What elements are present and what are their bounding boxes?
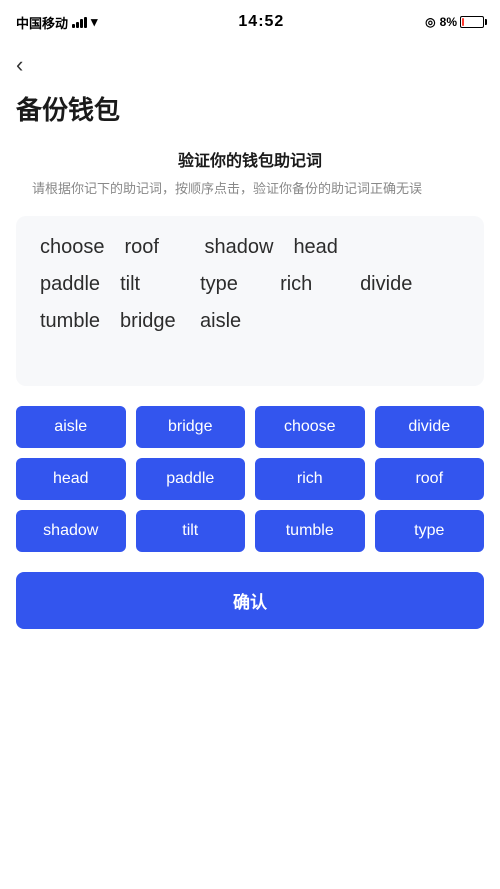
- back-button[interactable]: ‹: [0, 44, 39, 82]
- page-title: 备份钱包: [0, 82, 500, 147]
- battery-indicator: 8%: [440, 15, 484, 29]
- word-chip-tumble[interactable]: tumble: [255, 510, 365, 552]
- word-chip-tilt[interactable]: tilt: [136, 510, 246, 552]
- status-time: 14:52: [238, 13, 284, 31]
- word-slot: type: [200, 273, 260, 296]
- word-display-box: choose roof shadow head paddle tilt type…: [16, 216, 484, 386]
- status-bar: 中国移动 ▾ 14:52 ◎ 8%: [0, 0, 500, 44]
- word-slot: bridge: [120, 310, 180, 333]
- word-chip-paddle[interactable]: paddle: [136, 458, 246, 500]
- word-chip-type[interactable]: type: [375, 510, 485, 552]
- location-icon: ◎: [425, 15, 435, 29]
- word-row-2: paddle tilt type rich divide: [40, 273, 460, 296]
- back-arrow-icon: ‹: [16, 54, 23, 76]
- word-chip-bridge[interactable]: bridge: [136, 406, 246, 448]
- chips-grid: aislebridgechoosedivide headpaddlerichroo…: [16, 406, 484, 552]
- wifi-icon: ▾: [91, 14, 98, 30]
- word-chip-divide[interactable]: divide: [375, 406, 485, 448]
- word-chip-head[interactable]: head: [16, 458, 126, 500]
- battery-pct-label: 8%: [440, 15, 457, 29]
- word-slot: tilt: [120, 273, 180, 296]
- battery-icon: [460, 16, 484, 28]
- word-slot: rich: [280, 273, 340, 296]
- word-slot: tumble: [40, 310, 100, 333]
- word-slot: shadow: [205, 236, 274, 259]
- word-slot: head: [293, 236, 353, 259]
- word-chips-area: aislebridgechoosedivide headpaddlerichroo…: [0, 406, 500, 572]
- status-right: ◎ 8%: [425, 15, 484, 29]
- signal-icon: [72, 16, 87, 28]
- word-chip-roof[interactable]: roof: [375, 458, 485, 500]
- word-chip-choose[interactable]: choose: [255, 406, 365, 448]
- confirm-btn-wrap: 确认: [0, 572, 500, 659]
- word-chip-shadow[interactable]: shadow: [16, 510, 126, 552]
- word-row-3: tumble bridge aisle: [40, 310, 460, 333]
- carrier-label: 中国移动: [16, 13, 68, 32]
- section-desc: 请根据你记下的助记词，按顺序点击，验证你备份的助记词正确无误: [0, 179, 500, 200]
- section-title: 验证你的钱包助记词: [0, 147, 500, 171]
- status-left: 中国移动 ▾: [16, 13, 98, 32]
- confirm-button[interactable]: 确认: [16, 572, 484, 629]
- word-chip-rich[interactable]: rich: [255, 458, 365, 500]
- word-chip-aisle[interactable]: aisle: [16, 406, 126, 448]
- word-slot: choose: [40, 236, 105, 259]
- word-slot: aisle: [200, 310, 260, 333]
- word-slot: divide: [360, 273, 420, 296]
- word-slot: paddle: [40, 273, 100, 296]
- word-row-1: choose roof shadow head: [40, 236, 460, 259]
- word-slot: roof: [125, 236, 185, 259]
